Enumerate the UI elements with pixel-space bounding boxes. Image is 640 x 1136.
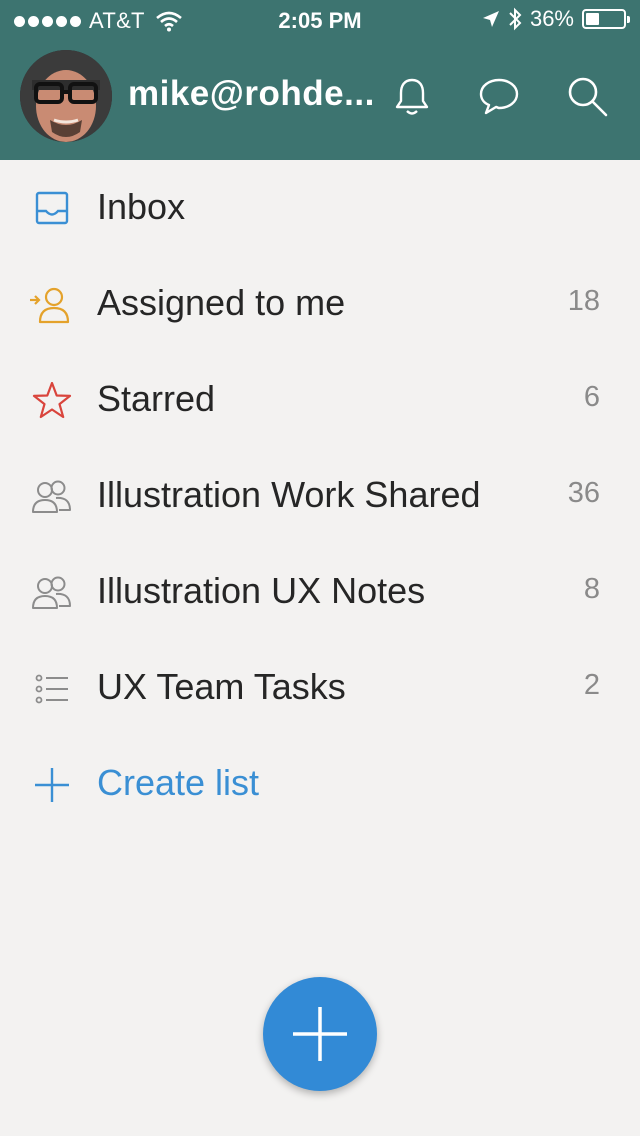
assigned-user-icon — [30, 287, 70, 324]
avatar[interactable] — [20, 50, 112, 142]
status-bar: AT&T 2:05 PM 36% — [0, 0, 640, 40]
list-item-count: 2 — [583, 669, 600, 701]
list-item-label: Assigned to me — [97, 282, 346, 323]
list-item-illustration-work-shared[interactable]: Illustration Work Shared 36 — [0, 448, 640, 544]
list-item-count: 8 — [583, 573, 600, 605]
search-icon[interactable] — [565, 74, 609, 118]
list-item-label: Starred — [97, 378, 216, 419]
list-item-starred[interactable]: Starred 6 — [0, 352, 640, 448]
inbox-icon — [35, 191, 69, 225]
list-item-count: 36 — [567, 477, 600, 509]
list-item-count: 6 — [583, 381, 600, 413]
battery-icon — [582, 9, 630, 29]
list-item-label: Illustration UX Notes — [97, 570, 426, 611]
star-icon — [32, 382, 72, 419]
plus-icon — [293, 1007, 347, 1061]
list-item-count: 18 — [567, 285, 600, 317]
battery-percent: 36% — [529, 6, 574, 31]
list-item-assigned-to-me[interactable]: Assigned to me 18 — [0, 256, 640, 352]
create-list-button[interactable]: Create list — [0, 736, 640, 832]
list-item-label: Inbox — [97, 186, 186, 227]
list-item-illustration-ux-notes[interactable]: Illustration UX Notes 8 — [0, 544, 640, 640]
list-item-label: Illustration Work Shared — [97, 474, 481, 515]
conversation-icon[interactable] — [477, 74, 521, 118]
plus-icon — [35, 768, 69, 802]
app-header: AT&T 2:05 PM 36% mike@rohde... — [0, 0, 640, 160]
list-item-ux-team-tasks[interactable]: UX Team Tasks 2 — [0, 640, 640, 736]
shared-users-icon — [32, 480, 71, 513]
list-item-inbox[interactable]: Inbox — [0, 160, 640, 256]
bell-icon[interactable] — [390, 74, 434, 118]
list-item-label: UX Team Tasks — [97, 666, 346, 707]
list-icon — [35, 674, 68, 704]
username[interactable]: mike@rohde... — [128, 74, 375, 114]
bluetooth-icon — [509, 7, 522, 31]
create-list-label: Create list — [97, 762, 260, 803]
add-button[interactable] — [263, 977, 377, 1091]
shared-users-icon — [32, 576, 71, 609]
location-arrow-icon — [482, 11, 499, 27]
